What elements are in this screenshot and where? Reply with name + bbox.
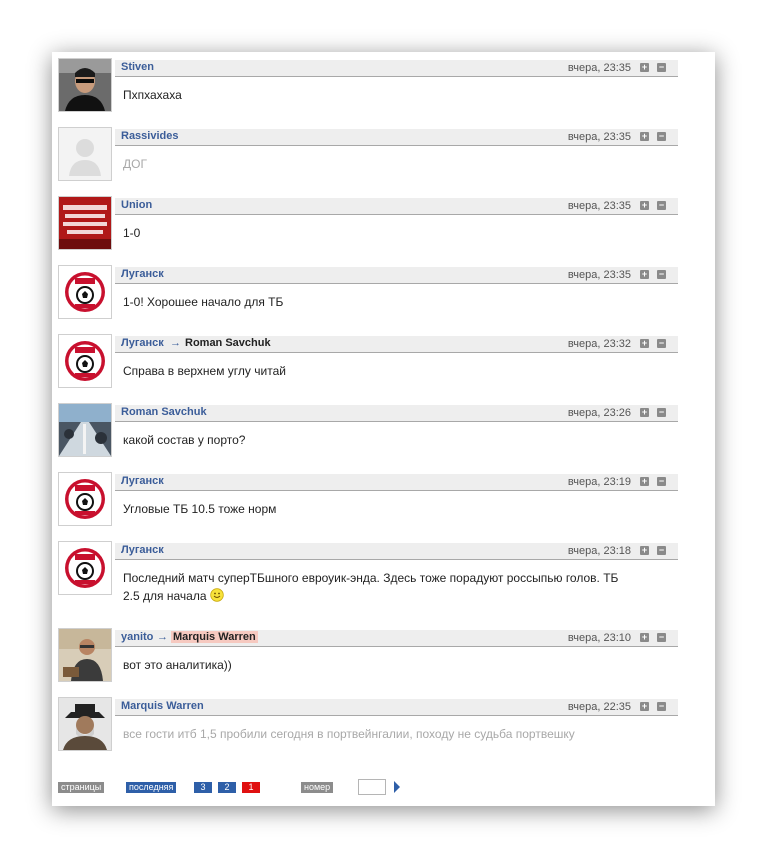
vote-minus-icon[interactable]: − <box>657 408 666 417</box>
avatar[interactable] <box>58 127 112 181</box>
page-link[interactable]: 2 <box>218 782 236 793</box>
timestamp: вчера, 23:32 <box>567 338 631 350</box>
comment-text: все гости итб 1,5 пробили сегодня в порт… <box>123 727 575 741</box>
author-link[interactable]: Marquis Warren <box>121 700 204 712</box>
timestamp: вчера, 23:35 <box>567 200 631 212</box>
reply-arrow-icon: → <box>157 631 168 643</box>
timestamp: вчера, 23:10 <box>567 632 631 644</box>
reply-arrow-icon: → <box>170 337 181 349</box>
comment-text-line: Последний матч суперТБшного евроуик-энда… <box>123 571 619 585</box>
pagination: страницы последняя 3 2 1 номер <box>58 779 708 795</box>
avatar[interactable] <box>58 472 112 526</box>
comment-text: Угловые ТБ 10.5 тоже норм <box>123 502 277 516</box>
comment-header: Union вчера, 23:35 + − <box>115 198 678 215</box>
comment-header: yanito → Marquis Warren вчера, 23:10 + − <box>115 630 678 647</box>
vote-minus-icon[interactable]: − <box>657 132 666 141</box>
vote-plus-icon[interactable]: + <box>640 633 649 642</box>
vote-minus-icon[interactable]: − <box>657 702 666 711</box>
comment-text-line: 2.5 для начала <box>123 589 207 603</box>
comment-header: Rassivides вчера, 23:35 + − <box>115 129 678 146</box>
comment-text: 1-0 <box>123 226 141 240</box>
avatar[interactable] <box>58 541 112 595</box>
author-link[interactable]: Луганск <box>121 268 164 280</box>
vote-plus-icon[interactable]: + <box>640 408 649 417</box>
timestamp: вчера, 22:35 <box>567 701 631 713</box>
vote-plus-icon[interactable]: + <box>640 201 649 210</box>
timestamp: вчера, 23:26 <box>567 407 631 419</box>
comment-header: Marquis Warren вчера, 22:35 + − <box>115 699 678 716</box>
avatar[interactable] <box>58 403 112 457</box>
vote-plus-icon[interactable]: + <box>640 339 649 348</box>
timestamp: вчера, 23:18 <box>567 545 631 557</box>
comment-header: Луганск → Roman Savchuk вчера, 23:32 + − <box>115 336 678 353</box>
vote-minus-icon[interactable]: − <box>657 546 666 555</box>
last-page-link[interactable]: последняя <box>126 782 177 793</box>
comment-header: Луганск вчера, 23:18 + − <box>115 543 678 560</box>
vote-minus-icon[interactable]: − <box>657 633 666 642</box>
go-arrow-icon[interactable] <box>394 781 400 793</box>
vote-plus-icon[interactable]: + <box>640 132 649 141</box>
avatar[interactable] <box>58 334 112 388</box>
vote-minus-icon[interactable]: − <box>657 201 666 210</box>
comment-text: какой состав у порто? <box>123 433 246 447</box>
timestamp: вчера, 23:19 <box>567 476 631 488</box>
vote-minus-icon[interactable]: − <box>657 63 666 72</box>
comment-header: Roman Savchuk вчера, 23:26 + − <box>115 405 678 422</box>
vote-plus-icon[interactable]: + <box>640 546 649 555</box>
comment-text: 1-0! Хорошее начало для ТБ <box>123 295 284 309</box>
author-link[interactable]: Stiven <box>121 61 154 73</box>
page-number-input[interactable] <box>358 779 386 795</box>
comment-header: Stiven вчера, 23:35 + − <box>115 60 678 77</box>
comment-text: Справа в верхнем углу читай <box>123 364 286 378</box>
avatar[interactable] <box>58 265 112 319</box>
author-link[interactable]: Луганск <box>121 544 164 556</box>
author-link[interactable]: yanito <box>121 631 153 643</box>
comments-panel: Stiven вчера, 23:35 + − Пхпхахаха Rassiv… <box>52 52 715 806</box>
timestamp: вчера, 23:35 <box>567 131 631 143</box>
current-page[interactable]: 1 <box>242 782 260 793</box>
vote-minus-icon[interactable]: − <box>657 270 666 279</box>
vote-plus-icon[interactable]: + <box>640 63 649 72</box>
vote-minus-icon[interactable]: − <box>657 339 666 348</box>
avatar[interactable] <box>58 697 112 751</box>
vote-plus-icon[interactable]: + <box>640 270 649 279</box>
comment-text: ДОГ <box>123 157 147 171</box>
timestamp: вчера, 23:35 <box>567 62 631 74</box>
timestamp: вчера, 23:35 <box>567 269 631 281</box>
comment-text: Последний матч суперТБшного евроуик-энда… <box>123 569 643 605</box>
vote-plus-icon[interactable]: + <box>640 702 649 711</box>
author-link[interactable]: Rassivides <box>121 130 178 142</box>
comment-text: Пхпхахаха <box>123 88 182 102</box>
vote-minus-icon[interactable]: − <box>657 477 666 486</box>
comment-text: вот это аналитика)) <box>123 658 232 672</box>
author-link[interactable]: Roman Savchuk <box>121 406 207 418</box>
avatar[interactable] <box>58 196 112 250</box>
vote-plus-icon[interactable]: + <box>640 477 649 486</box>
smile-icon <box>210 588 224 602</box>
author-link[interactable]: Луганск <box>121 337 164 349</box>
avatar[interactable] <box>58 628 112 682</box>
page-number-label: номер <box>301 782 334 793</box>
comment-header: Луганск вчера, 23:35 + − <box>115 267 678 284</box>
author-link[interactable]: Union <box>121 199 152 211</box>
page-link[interactable]: 3 <box>194 782 212 793</box>
comment-header: Луганск вчера, 23:19 + − <box>115 474 678 491</box>
reply-to-link[interactable]: Roman Savchuk <box>183 337 273 349</box>
avatar[interactable] <box>58 58 112 112</box>
reply-to-link[interactable]: Marquis Warren <box>171 631 258 643</box>
author-link[interactable]: Луганск <box>121 475 164 487</box>
pages-label: страницы <box>58 782 105 793</box>
